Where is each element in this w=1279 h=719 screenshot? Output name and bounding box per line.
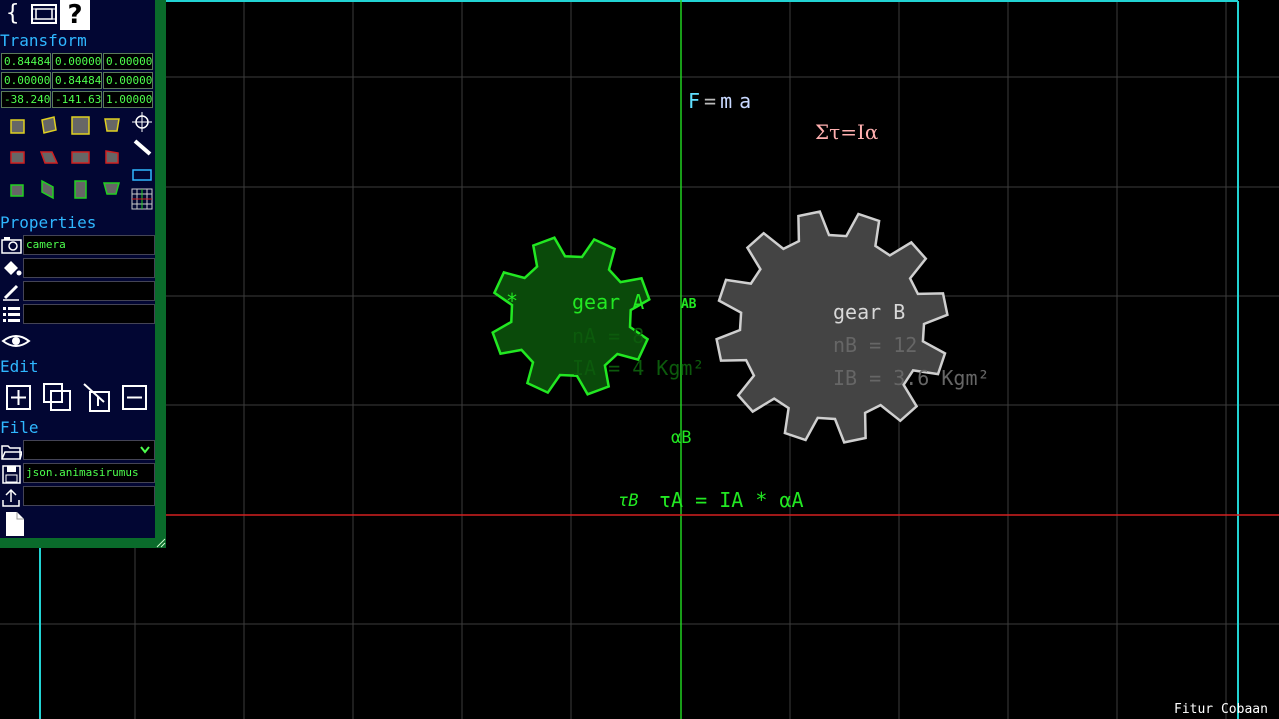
- origin-marker[interactable]: A B: [681, 297, 697, 312]
- scale-green-tool-icon[interactable]: [69, 178, 91, 200]
- matrix-cell[interactable]: 0.84484: [52, 72, 102, 89]
- transform-section-title: Transform: [0, 31, 87, 50]
- skew-green-tool-icon[interactable]: [100, 178, 122, 200]
- save-filename-field[interactable]: json.animasirumus: [23, 463, 155, 483]
- properties-section-title: Properties: [0, 213, 97, 232]
- gear-a-name[interactable]: gear A: [572, 290, 644, 314]
- film-button[interactable]: [30, 0, 58, 30]
- edit-section-title: Edit: [0, 357, 39, 376]
- formula-torque[interactable]: Στ=Iα: [815, 120, 878, 144]
- gear-b-shape[interactable]: [715, 210, 949, 444]
- new-file-icon[interactable]: [4, 511, 26, 537]
- matrix-cell[interactable]: 0.00000: [52, 53, 102, 70]
- resize-grip-icon[interactable]: [155, 538, 166, 548]
- status-mode-label: Fitur Cobaan: [1174, 702, 1268, 717]
- chevron-down-icon: [140, 446, 150, 454]
- move-green-tool-icon[interactable]: [7, 178, 29, 200]
- scale-red-tool-icon[interactable]: [69, 146, 91, 168]
- rotate-tool-icon[interactable]: [37, 114, 59, 136]
- gear-a-star: *: [506, 289, 519, 313]
- gear-b-inertia: IB = 3.6 Kgm²: [833, 366, 990, 390]
- skew-red-tool-icon[interactable]: [100, 146, 122, 168]
- rotate-green-tool-icon[interactable]: [37, 178, 59, 200]
- duplicate-icon[interactable]: [42, 382, 72, 412]
- help-button[interactable]: ?: [60, 0, 90, 30]
- tau-b-label[interactable]: τB: [618, 491, 638, 511]
- side-panel: { ? Transform 0.84484 0.00000 0.00000 0.…: [0, 0, 166, 548]
- film-icon: [31, 4, 57, 24]
- visibility-eye-icon[interactable]: [1, 331, 31, 351]
- gear-a-inertia: IA = 4 Kgm²: [572, 356, 705, 380]
- line-tool-icon[interactable]: [131, 137, 153, 159]
- pivot-target-icon[interactable]: [131, 111, 153, 133]
- fill-color-field[interactable]: [23, 258, 155, 278]
- remove-object-icon[interactable]: [120, 382, 150, 412]
- grid-tool-icon[interactable]: [131, 188, 153, 210]
- upload-field[interactable]: [23, 486, 155, 506]
- file-select[interactable]: [23, 440, 155, 460]
- matrix-cell[interactable]: 0.00000: [103, 53, 153, 70]
- upload-icon: [2, 488, 20, 507]
- formula-f-letter: F: [688, 89, 702, 113]
- name-field[interactable]: camera: [23, 235, 155, 255]
- matrix-cell[interactable]: -141.63: [52, 91, 102, 108]
- list-icon: [3, 307, 20, 322]
- tau-equation[interactable]: τA = IA * αA: [659, 488, 804, 512]
- file-section-title: File: [0, 418, 39, 437]
- matrix-cell[interactable]: -38.240: [1, 91, 51, 108]
- add-object-icon[interactable]: [4, 382, 34, 412]
- alpha-b-label[interactable]: αB: [671, 428, 691, 448]
- pencil-icon: [3, 284, 19, 301]
- code-brace-button[interactable]: {: [6, 0, 26, 30]
- matrix-cell[interactable]: 0.00000: [103, 72, 153, 89]
- help-icon: ?: [67, 0, 83, 30]
- cut-icon[interactable]: [82, 382, 112, 412]
- matrix-cell[interactable]: 0.00000: [1, 72, 51, 89]
- formula-m-letter: m: [720, 89, 734, 113]
- skew-tool-icon[interactable]: [100, 114, 122, 136]
- formula-newton[interactable]: F = m a: [688, 89, 752, 113]
- side-panel-body: { ? Transform 0.84484 0.00000 0.00000 0.…: [0, 0, 155, 538]
- gear-b-name[interactable]: gear B: [833, 300, 905, 324]
- formula-a-letter: a: [739, 89, 753, 113]
- save-disk-icon: [2, 465, 21, 484]
- camera-icon: [1, 237, 22, 254]
- stroke-color-field[interactable]: [23, 281, 155, 301]
- canvas-area[interactable]: F = m a Στ=Iα * gear A nA = 8 IA = 4 Kgm² g…: [0, 0, 1279, 719]
- move-tool-icon[interactable]: [7, 114, 29, 136]
- fill-bucket-icon: [4, 261, 22, 276]
- rectangle-tool-icon[interactable]: [131, 164, 153, 186]
- rotate-red-tool-icon[interactable]: [37, 146, 59, 168]
- matrix-cell[interactable]: 1.00000: [103, 91, 153, 108]
- matrix-cell[interactable]: 0.84484: [1, 53, 51, 70]
- layer-list-field[interactable]: [23, 304, 155, 324]
- gear-a-teeth-count: nA = 8: [572, 324, 645, 348]
- formula-equals: =: [704, 89, 718, 113]
- gear-b-teeth-count: nB = 12: [833, 333, 918, 357]
- move-red-tool-icon[interactable]: [7, 146, 29, 168]
- open-folder-icon: [1, 445, 22, 460]
- scale-tool-icon[interactable]: [69, 114, 91, 136]
